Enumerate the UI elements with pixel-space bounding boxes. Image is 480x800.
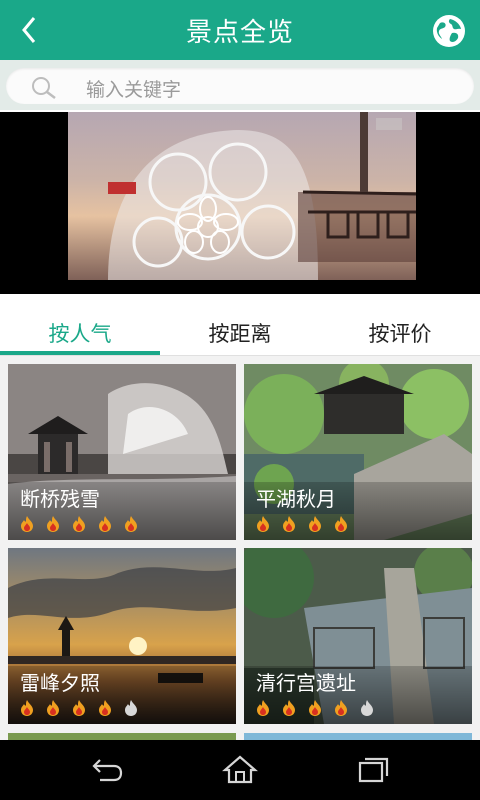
flame-icon <box>283 516 295 532</box>
flame-icon <box>47 516 59 532</box>
spot-name: 雷峰夕照 <box>20 671 100 695</box>
app-header: 景点全览 <box>0 0 480 60</box>
recent-apps-icon[interactable] <box>356 754 392 784</box>
flame-icon <box>21 700 33 716</box>
flame-icon <box>309 700 321 716</box>
spot-card-partial[interactable] <box>8 733 236 740</box>
flame-icon <box>99 516 111 532</box>
flame-icon <box>99 700 111 716</box>
home-icon[interactable] <box>222 754 258 784</box>
flame-icon <box>335 700 347 716</box>
spot-rating <box>256 516 348 532</box>
search-placeholder: 输入关键字 <box>86 79 182 101</box>
video-frame <box>68 112 417 280</box>
tab-distance[interactable]: 按距离 <box>160 310 320 356</box>
back-icon[interactable] <box>88 754 124 784</box>
search-icon <box>32 77 56 99</box>
tab-rating[interactable]: 按评价 <box>320 310 480 356</box>
flame-icon <box>47 700 59 716</box>
spot-name: 断桥残雪 <box>20 487 100 511</box>
chevron-left-icon[interactable] <box>14 14 46 46</box>
spot-rating <box>20 700 138 716</box>
spot-card[interactable]: 清行宫遗址 <box>244 548 472 724</box>
spot-name: 平湖秋月 <box>256 487 336 511</box>
system-nav-bar <box>0 740 480 800</box>
flame-icon <box>335 516 347 532</box>
flame-icon <box>73 516 85 532</box>
spot-card[interactable]: 雷峰夕照 <box>8 548 236 724</box>
spot-name: 清行宫遗址 <box>256 671 356 695</box>
search-input[interactable]: 输入关键字 <box>6 68 474 104</box>
video-scene <box>108 112 417 280</box>
flame-icon <box>125 516 137 532</box>
spot-rating <box>256 700 374 716</box>
flame-icon <box>125 700 137 716</box>
flame-icon <box>283 700 295 716</box>
flame-icon <box>361 700 373 716</box>
flame-icon <box>257 516 269 532</box>
spot-card[interactable]: 平湖秋月 <box>244 364 472 540</box>
spot-card-partial[interactable] <box>244 733 472 740</box>
globe-icon[interactable] <box>432 14 466 48</box>
sort-tabs: 按人气 按距离 按评价 <box>0 310 480 356</box>
spot-card[interactable]: 断桥残雪 <box>8 364 236 540</box>
flame-icon <box>257 700 269 716</box>
flame-icon <box>73 700 85 716</box>
spot-rating <box>20 516 138 532</box>
flame-icon <box>309 516 321 532</box>
flame-icon <box>21 516 33 532</box>
page-title: 景点全览 <box>185 17 294 48</box>
tab-popularity[interactable]: 按人气 <box>0 310 160 356</box>
video-player[interactable] <box>0 112 480 294</box>
